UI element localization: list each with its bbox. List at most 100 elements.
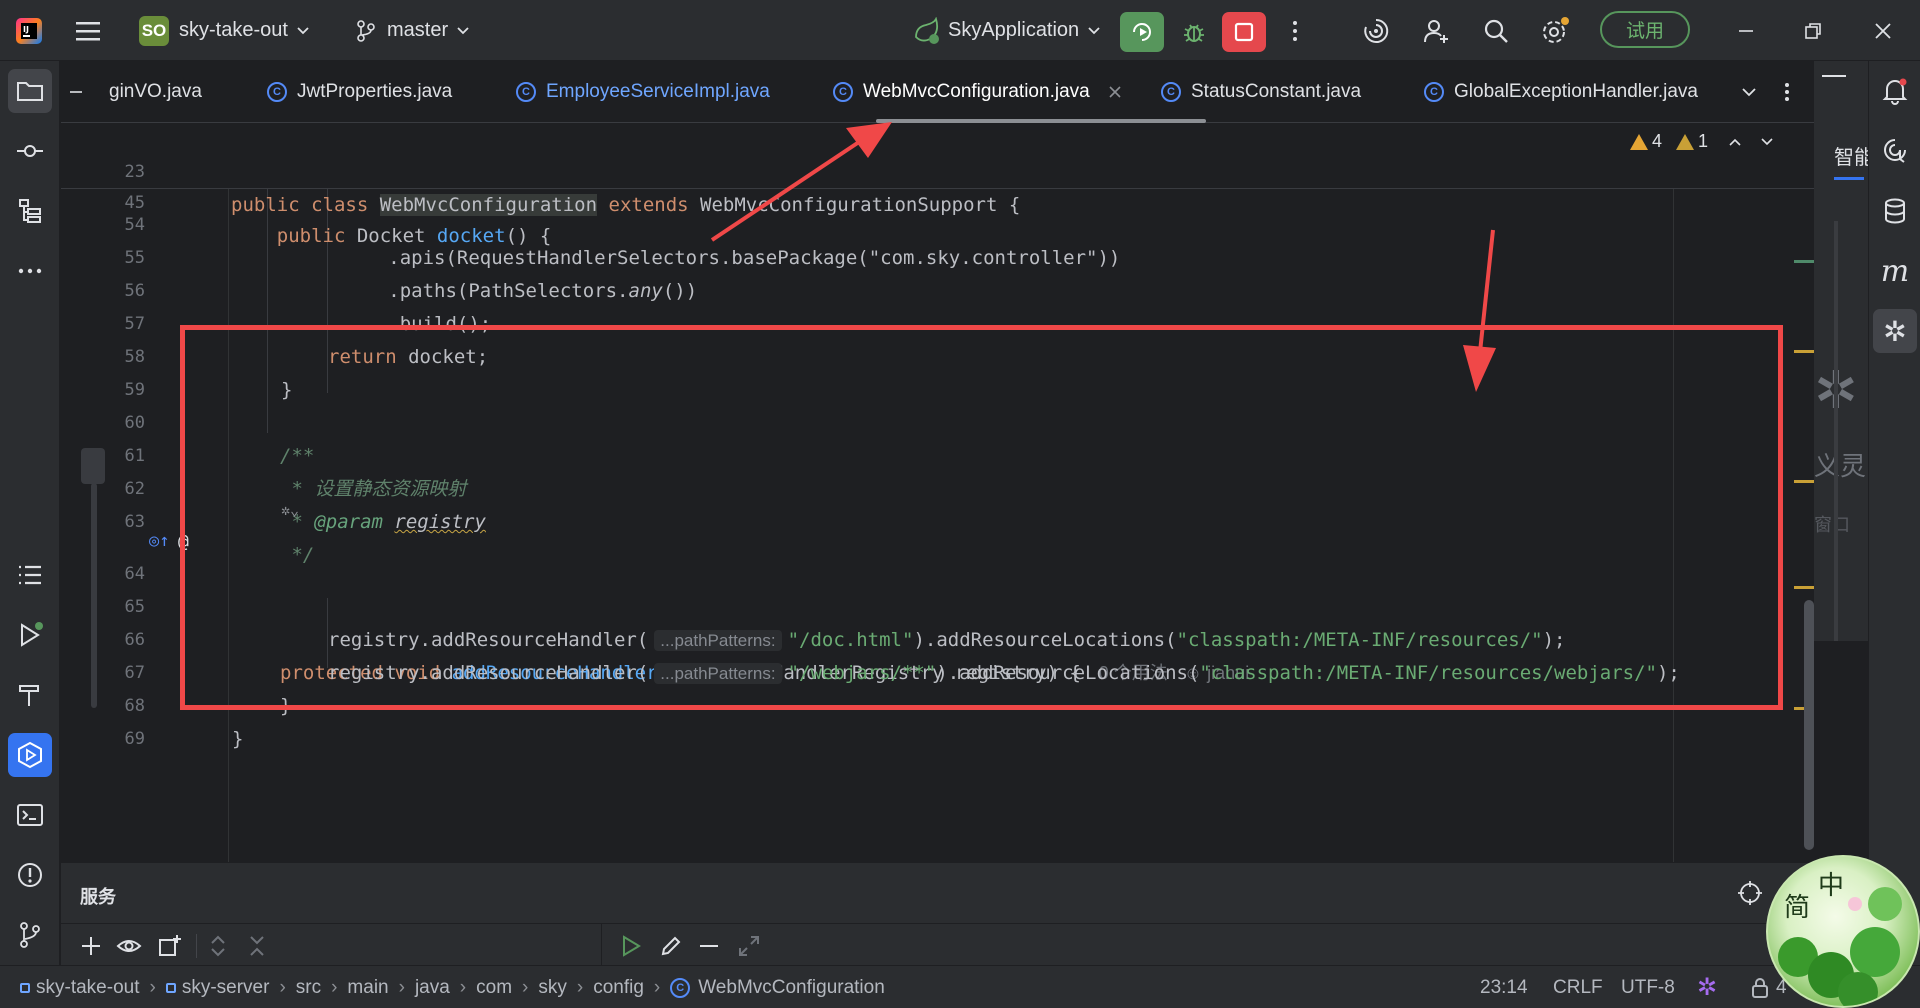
tab-loginvo[interactable]: ginVO.java xyxy=(109,61,202,123)
tongyi-status-icon[interactable]: ✲ xyxy=(1697,966,1717,1008)
ime-floating-ball[interactable]: 中 简 xyxy=(1766,855,1920,1008)
editor-tabs: ginVO.java C JwtProperties.java C Employee… xyxy=(61,61,1814,123)
file-encoding[interactable]: UTF-8 xyxy=(1621,966,1675,1008)
breadcrumb-item[interactable]: sky-server xyxy=(182,977,270,999)
breadcrumb-item[interactable]: com xyxy=(476,977,512,999)
commit-tool-button[interactable] xyxy=(8,129,52,173)
minus-icon[interactable] xyxy=(697,934,721,958)
scroll-mark xyxy=(1794,260,1814,263)
edit-icon[interactable] xyxy=(659,934,683,958)
breadcrumb-item[interactable]: sky-take-out xyxy=(36,977,139,999)
maven-button[interactable]: m xyxy=(1873,249,1917,293)
class-icon: C xyxy=(1161,82,1181,102)
maven-icon: m xyxy=(1880,253,1910,289)
tab-globalexceptionhandler[interactable]: C GlobalExceptionHandler.java xyxy=(1424,61,1698,123)
ai-chat-icon xyxy=(1884,139,1906,163)
left-tool-window-bar xyxy=(0,61,60,965)
tab-employeeserviceimpl[interactable]: C EmployeeServiceImpl.java xyxy=(516,61,770,123)
database-button[interactable] xyxy=(1873,189,1917,233)
breadcrumb-item[interactable]: sky xyxy=(538,977,567,999)
new-group-icon[interactable] xyxy=(157,933,183,959)
tabs-scroll-left[interactable] xyxy=(61,61,91,123)
git-tool-button[interactable] xyxy=(8,913,52,957)
tongyi-button[interactable]: ✲ xyxy=(1873,309,1917,353)
ai-assistant-icon[interactable] xyxy=(1362,0,1390,61)
tab-webmvcconfiguration[interactable]: C WebMvcConfiguration.java xyxy=(833,61,1122,123)
tabs-more-icon[interactable] xyxy=(1783,61,1791,123)
stop-icon xyxy=(1234,22,1254,42)
notifications-button[interactable] xyxy=(1873,69,1917,113)
tab-label: JwtProperties.java xyxy=(297,81,453,102)
tab-label: GlobalExceptionHandler.java xyxy=(1454,81,1698,102)
services-title: 服务 xyxy=(80,887,116,907)
module-icon xyxy=(165,982,176,993)
services-toolbar xyxy=(61,923,1868,967)
more-tools-icon[interactable] xyxy=(8,249,52,293)
todo-tool-button[interactable] xyxy=(8,553,52,597)
fold-marker[interactable] xyxy=(81,448,105,484)
close-tab-icon[interactable] xyxy=(1108,85,1122,99)
inspection-widget[interactable]: 4 1 xyxy=(1629,131,1774,152)
project-selector[interactable]: SO sky-take-out xyxy=(139,0,310,61)
restore-icon[interactable] xyxy=(1803,0,1823,61)
build-tool-button[interactable] xyxy=(8,673,52,717)
tabs-dropdown-icon[interactable] xyxy=(1741,61,1757,123)
settings-gear-icon[interactable] xyxy=(1540,0,1570,61)
lock-icon xyxy=(1752,977,1768,998)
ai-tab-label[interactable]: 智能 xyxy=(1834,141,1868,170)
tab-statusconstant[interactable]: C StatusConstant.java xyxy=(1161,61,1361,123)
problems-tool-button[interactable] xyxy=(8,853,52,897)
chevron-down-icon xyxy=(457,26,469,34)
search-icon[interactable] xyxy=(1482,0,1510,61)
class-icon: C xyxy=(516,82,536,102)
minimize-panel-icon[interactable] xyxy=(1822,75,1846,77)
run-icon[interactable] xyxy=(619,934,643,958)
close-icon[interactable] xyxy=(1873,0,1893,61)
chevron-down-icon xyxy=(1088,26,1100,34)
scroll-mark xyxy=(1794,586,1814,589)
spring-run-icon xyxy=(915,16,939,44)
sticky-line: 45 public Docket docket() { xyxy=(124,193,552,247)
add-icon[interactable] xyxy=(79,934,103,958)
chevron-down-icon[interactable] xyxy=(1760,137,1774,147)
tab-label: ginVO.java xyxy=(109,81,202,102)
branch-name: master xyxy=(387,19,449,41)
breadcrumb-item[interactable]: java xyxy=(415,977,450,999)
breadcrumb-item[interactable]: main xyxy=(347,977,388,999)
breadcrumb-item[interactable]: src xyxy=(296,977,321,999)
services-tool-button[interactable] xyxy=(8,733,52,777)
line-separator[interactable]: CRLF xyxy=(1553,966,1603,1008)
trial-button[interactable]: 试用 xyxy=(1600,11,1690,48)
ai-panel-text: 窗口 xyxy=(1814,515,1850,535)
minimize-icon[interactable] xyxy=(1736,0,1756,61)
run-tool-button[interactable] xyxy=(8,613,52,657)
run-config-selector[interactable]: SkyApplication xyxy=(912,0,1101,61)
chevron-up-icon[interactable] xyxy=(1728,137,1742,147)
terminal-tool-button[interactable] xyxy=(8,793,52,837)
override-gutter-icon[interactable]: ◎↑ xyxy=(149,525,169,558)
breadcrumb-item[interactable]: WebMvcConfiguration xyxy=(698,977,885,999)
maximize-icon[interactable] xyxy=(737,934,761,958)
rerun-button[interactable] xyxy=(1120,12,1164,52)
editor-scrollbar[interactable] xyxy=(1804,600,1814,850)
crosshair-icon[interactable] xyxy=(1737,880,1763,906)
app-logo-icon[interactable]: IJ xyxy=(14,0,44,61)
expand-all-icon[interactable] xyxy=(208,934,228,958)
debug-button[interactable] xyxy=(1172,12,1216,52)
eye-icon[interactable] xyxy=(116,934,142,958)
project-tool-button[interactable] xyxy=(8,69,52,113)
breadcrumb-item[interactable]: config xyxy=(593,977,644,999)
main-menu-icon[interactable] xyxy=(74,0,102,61)
sticky-lines: 23 public class WebMvcConfiguration exte… xyxy=(61,123,1814,247)
structure-icon xyxy=(19,199,41,223)
structure-tool-button[interactable] xyxy=(8,189,52,233)
caret-position[interactable]: 23:14 xyxy=(1480,966,1528,1008)
stop-button[interactable] xyxy=(1222,12,1266,52)
ai-chat-button[interactable] xyxy=(1873,129,1917,173)
collapse-all-icon[interactable] xyxy=(247,934,267,958)
tab-jwtproperties[interactable]: C JwtProperties.java xyxy=(267,61,452,123)
branch-selector[interactable]: master xyxy=(355,0,470,61)
more-actions-icon[interactable] xyxy=(1290,0,1300,61)
bug-icon xyxy=(1184,24,1204,42)
add-user-icon[interactable] xyxy=(1422,0,1450,61)
